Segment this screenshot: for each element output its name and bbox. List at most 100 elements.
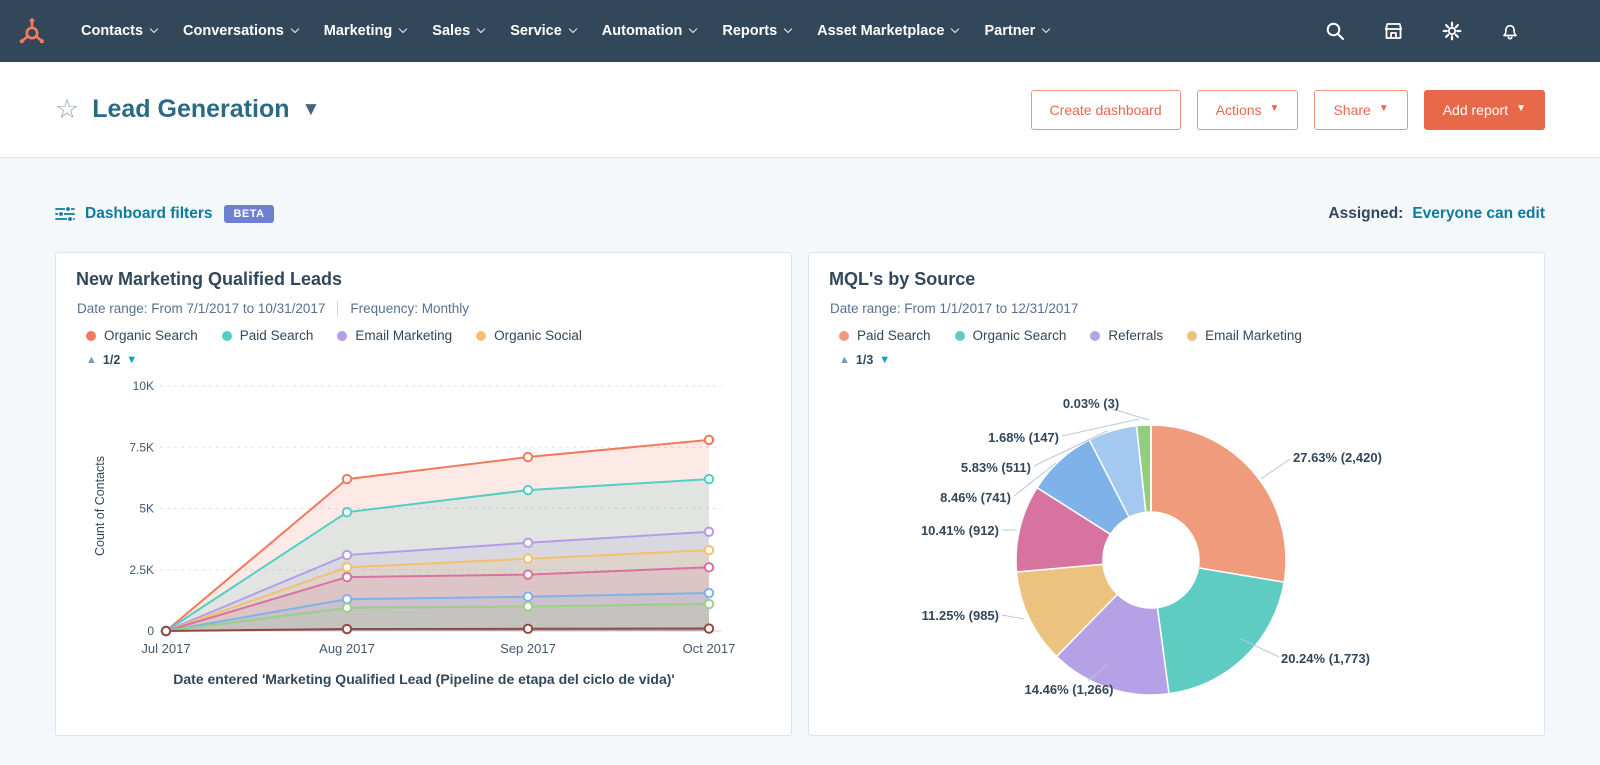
- svg-text:5K: 5K: [139, 502, 154, 516]
- svg-text:2.5K: 2.5K: [129, 563, 154, 577]
- legend-dot: [476, 330, 487, 341]
- legend-item-organic-social[interactable]: Organic Social: [476, 328, 582, 343]
- hubspot-sprocket-icon: [19, 18, 44, 44]
- pager-up-icon[interactable]: ▲: [839, 354, 850, 366]
- beta-badge: BETA: [224, 205, 274, 223]
- report-title: MQL's by Source: [829, 269, 976, 289]
- nav-utility-icons: [1325, 21, 1600, 41]
- legend-item-organic-search[interactable]: Organic Search: [86, 328, 198, 343]
- x-axis-caption: Date entered 'Marketing Qualified Lead (…: [173, 671, 675, 687]
- top-navbar: Contacts Conversations Marketing Sales S…: [0, 0, 1600, 62]
- chevron-down-icon: [476, 24, 486, 34]
- legend-dot: [337, 330, 348, 341]
- frequency-text: Frequency: Monthly: [350, 301, 469, 316]
- chevron-down-icon: [1042, 24, 1051, 34]
- legend-pager: ▲ 1/2 ▼: [86, 353, 137, 367]
- report-card-mqls-by-source: MQL's by Source Date range: From 1/1/201…: [808, 252, 1545, 736]
- legend-item-referrals[interactable]: Referrals: [1090, 328, 1163, 343]
- svg-text:Aug 2017: Aug 2017: [319, 641, 375, 656]
- assigned-label: Assigned:: [1328, 205, 1404, 222]
- nav-item-conversations[interactable]: Conversations: [170, 0, 311, 62]
- filters-sliders-icon: [55, 206, 75, 222]
- nav-item-asset-marketplace[interactable]: Asset Marketplace: [804, 0, 971, 62]
- pager-down-icon[interactable]: ▼: [126, 354, 137, 366]
- favorite-star-icon[interactable]: ☆: [55, 96, 79, 123]
- legend-item-email-marketing[interactable]: Email Marketing: [337, 328, 452, 343]
- pager-down-icon[interactable]: ▼: [879, 354, 890, 366]
- create-dashboard-button[interactable]: Create dashboard: [1030, 89, 1181, 130]
- legend-dot: [86, 330, 96, 341]
- svg-text:Sep 2017: Sep 2017: [500, 641, 556, 656]
- hubspot-logo[interactable]: [0, 0, 62, 62]
- dashboard-header: ☆ Lead Generation ▼ Create dashboard Act…: [0, 62, 1600, 158]
- legend-item-paid-search[interactable]: Paid Search: [221, 328, 313, 343]
- nav-menu: Contacts Conversations Marketing Sales S…: [68, 0, 1062, 62]
- chevron-down-icon: [689, 24, 698, 34]
- chevron-down-icon: [290, 24, 300, 34]
- donut-label-7: 1.68% (147): [988, 430, 1059, 445]
- donut-label-6: 5.83% (511): [960, 460, 1031, 475]
- search-icon[interactable]: [1325, 21, 1345, 41]
- pager-page-indicator: 1/3: [855, 353, 874, 367]
- report-card-new-marketing-qualified-leads: New Marketing Qualified Leads Date range…: [55, 252, 792, 736]
- legend-pager: ▲ 1/3 ▼: [839, 353, 890, 367]
- chevron-down-icon: [568, 24, 578, 34]
- legend-dot: [221, 330, 232, 341]
- svg-text:10K: 10K: [133, 379, 154, 393]
- donut-label-2: 14.46% (1,266): [1024, 682, 1114, 697]
- chevron-down-icon: ▼: [1378, 103, 1389, 114]
- chevron-down-icon: [951, 24, 960, 34]
- legend-dot: [839, 330, 849, 341]
- pager-up-icon[interactable]: ▲: [86, 354, 97, 366]
- report-meta: Date range: From 7/1/2017 to 10/31/2017 …: [77, 301, 469, 316]
- settings-gear-icon[interactable]: [1442, 21, 1462, 41]
- notifications-bell-icon[interactable]: [1500, 21, 1520, 41]
- header-actions: Create dashboard Actions ▼ Share ▼ Add rep…: [1030, 89, 1545, 130]
- nav-item-reports[interactable]: Reports: [709, 0, 804, 62]
- svg-text:Jul 2017: Jul 2017: [141, 641, 190, 656]
- nav-item-marketing[interactable]: Marketing: [311, 0, 420, 62]
- chevron-down-icon: ▼: [1516, 103, 1526, 114]
- chart-legend: Paid Search Organic Search Referrals Ema…: [839, 328, 1302, 343]
- nav-item-contacts[interactable]: Contacts: [68, 0, 170, 62]
- legend-dot: [1090, 330, 1101, 341]
- meta-divider: [337, 301, 339, 316]
- legend-item-organic-search[interactable]: Organic Search: [954, 328, 1066, 343]
- legend-item-email-marketing[interactable]: Email Marketing: [1187, 328, 1302, 343]
- dashboard-filters-toggle[interactable]: Dashboard filters BETA: [55, 205, 274, 223]
- share-button[interactable]: Share ▼: [1314, 89, 1408, 130]
- nav-item-service[interactable]: Service: [497, 0, 589, 62]
- report-title: New Marketing Qualified Leads: [76, 269, 343, 289]
- nav-item-sales[interactable]: Sales: [419, 0, 497, 62]
- report-meta: Date range: From 1/1/2017 to 12/31/2017: [830, 301, 1078, 316]
- line-area-chart[interactable]: 0 2.5K 5K 7.5K 10K Jul 2017 Aug 2017 Sep 2017 Oc…: [64, 375, 784, 665]
- svg-text:0: 0: [147, 624, 154, 638]
- donut-label-1: 20.24% (1,773): [1281, 651, 1370, 666]
- assigned-value-link[interactable]: Everyone can edit: [1412, 205, 1545, 223]
- chart-legend: Organic Search Paid Search Email Marketi…: [86, 328, 582, 343]
- title-dropdown-caret-icon[interactable]: ▼: [301, 99, 320, 121]
- page-title[interactable]: Lead Generation: [92, 95, 289, 124]
- pager-page-indicator: 1/2: [102, 353, 121, 367]
- assigned-group: Assigned: Everyone can edit: [1328, 205, 1545, 223]
- chevron-down-icon: ▼: [1269, 103, 1280, 114]
- chevron-down-icon: [399, 24, 408, 34]
- legend-item-paid-search[interactable]: Paid Search: [839, 328, 931, 343]
- filters-row: Dashboard filters BETA Assigned: Everyon…: [55, 205, 1545, 223]
- title-group: ☆ Lead Generation ▼: [55, 95, 320, 124]
- svg-text:7.5K: 7.5K: [129, 440, 154, 454]
- actions-button[interactable]: Actions ▼: [1196, 89, 1299, 130]
- dashboard-filters-label: Dashboard filters: [85, 205, 213, 222]
- donut-label-3: 11.25% (985): [921, 608, 999, 623]
- legend-dot: [1187, 330, 1198, 341]
- nav-item-automation[interactable]: Automation: [589, 0, 710, 62]
- nav-item-partner[interactable]: Partner: [971, 0, 1062, 62]
- date-range-text: Date range: From 1/1/2017 to 12/31/2017: [830, 301, 1079, 316]
- donut-label-0: 27.63% (2,420): [1293, 450, 1382, 465]
- add-report-button[interactable]: Add report ▼: [1423, 89, 1545, 130]
- date-range-text: Date range: From 7/1/2017 to 10/31/2017: [77, 301, 326, 316]
- donut-label-5: 8.46% (741): [940, 490, 1011, 505]
- marketplace-icon[interactable]: [1383, 21, 1404, 41]
- legend-dot: [954, 330, 965, 341]
- donut-label-4: 10.41% (912): [920, 523, 999, 538]
